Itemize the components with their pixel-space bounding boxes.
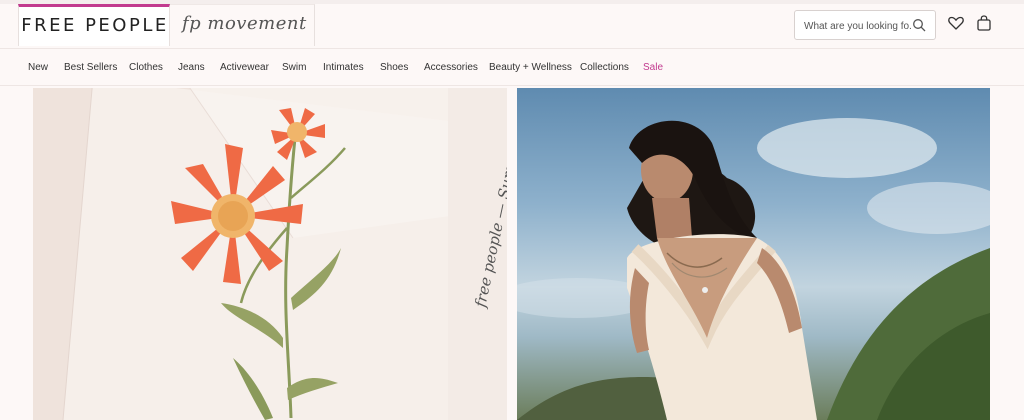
model-photo bbox=[517, 118, 990, 420]
search-icon[interactable] bbox=[912, 18, 926, 32]
nav-item-jeans[interactable]: Jeans bbox=[178, 62, 205, 73]
flower-illustration: free people — Summer collection for the … bbox=[33, 88, 507, 420]
nav-item-sale[interactable]: Sale bbox=[643, 62, 663, 73]
nav-item-collections[interactable]: Collections bbox=[580, 62, 629, 73]
nav-item-clothes[interactable]: Clothes bbox=[129, 62, 163, 73]
nav-item-new[interactable]: New bbox=[28, 62, 48, 73]
nav-item-shoes[interactable]: Shoes bbox=[380, 62, 408, 73]
free-people-logo[interactable]: FREE PEOPLE bbox=[19, 15, 171, 36]
site-header: FREE PEOPLE fp movement bbox=[0, 0, 1024, 48]
hero-image-flower-illustration[interactable]: free people — Summer collection for the … bbox=[33, 88, 507, 420]
nav-item-activewear[interactable]: Activewear bbox=[220, 62, 269, 73]
hero-image-model-photo[interactable] bbox=[517, 88, 990, 420]
search-input[interactable] bbox=[804, 17, 912, 35]
brand-tab-free-people[interactable]: FREE PEOPLE bbox=[18, 4, 170, 46]
nav-item-accessories[interactable]: Accessories bbox=[424, 62, 478, 73]
main-navigation: New Best Sellers Clothes Jeans Activewea… bbox=[0, 48, 1024, 86]
brand-tab-fp-movement[interactable]: fp movement bbox=[170, 4, 315, 46]
nav-item-beauty-wellness[interactable]: Beauty + Wellness bbox=[489, 62, 572, 73]
heart-icon[interactable] bbox=[947, 14, 965, 32]
nav-item-best-sellers[interactable]: Best Sellers bbox=[64, 62, 117, 73]
shopping-bag-icon[interactable] bbox=[975, 14, 993, 32]
fp-movement-logo[interactable]: fp movement bbox=[182, 13, 307, 34]
nav-item-swim[interactable]: Swim bbox=[282, 62, 306, 73]
search-box[interactable] bbox=[794, 10, 936, 40]
nav-item-intimates[interactable]: Intimates bbox=[323, 62, 364, 73]
